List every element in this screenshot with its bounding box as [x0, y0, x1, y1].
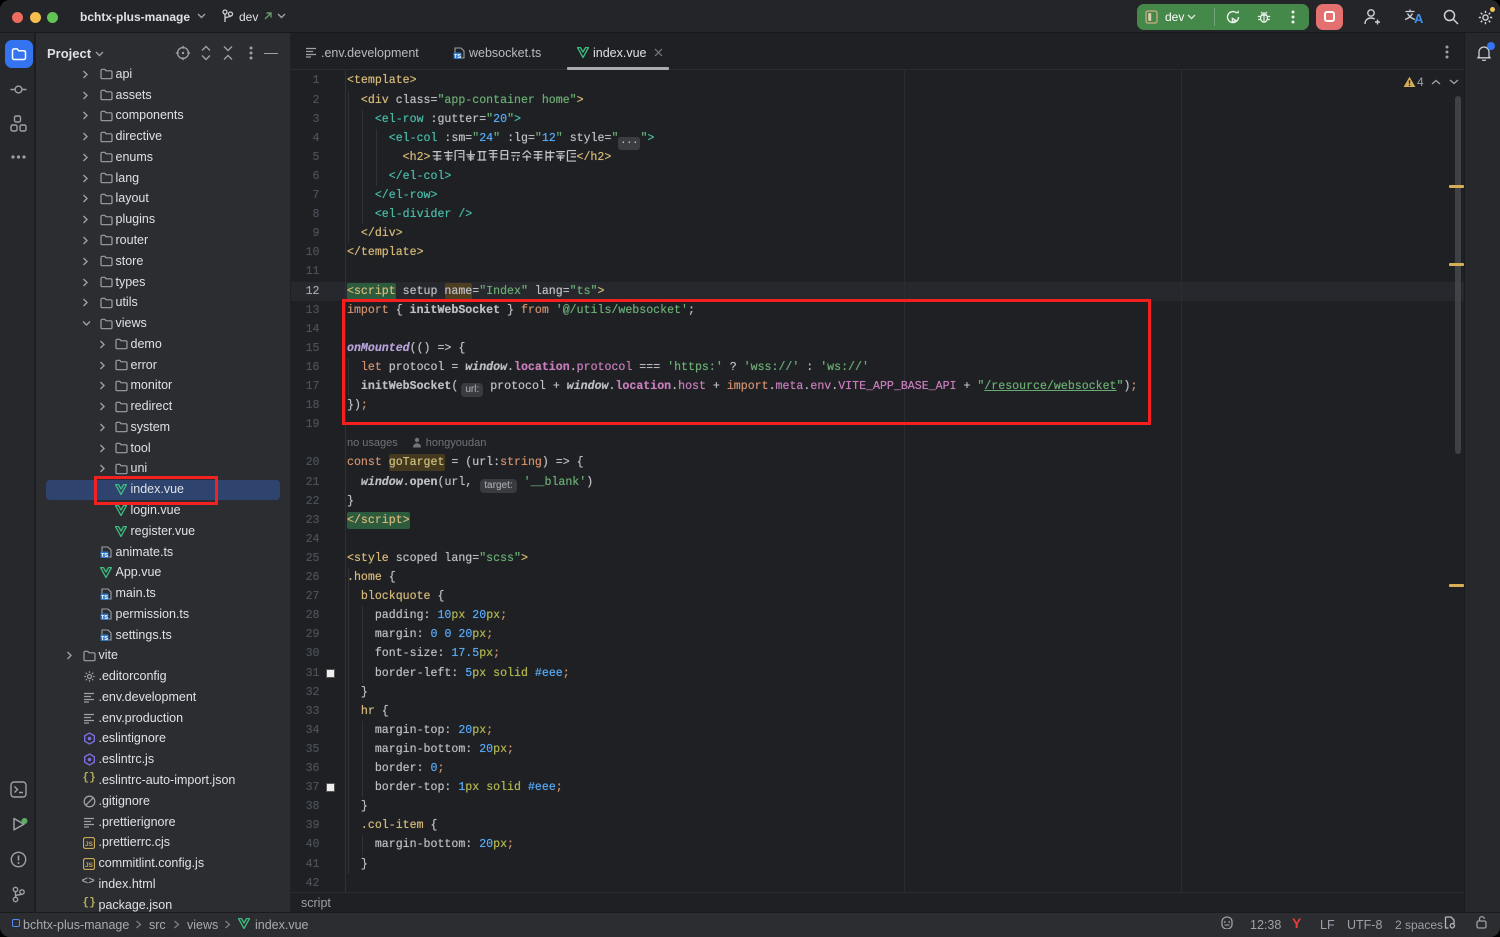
- svg-text:TS: TS: [454, 53, 461, 58]
- svg-text:JS: JS: [85, 841, 94, 848]
- svg-text:JS: JS: [85, 862, 94, 869]
- svg-text:TS: TS: [100, 553, 107, 558]
- svg-text:TS: TS: [100, 615, 107, 620]
- svg-text:TS: TS: [100, 594, 107, 599]
- svg-text:TS: TS: [100, 636, 107, 641]
